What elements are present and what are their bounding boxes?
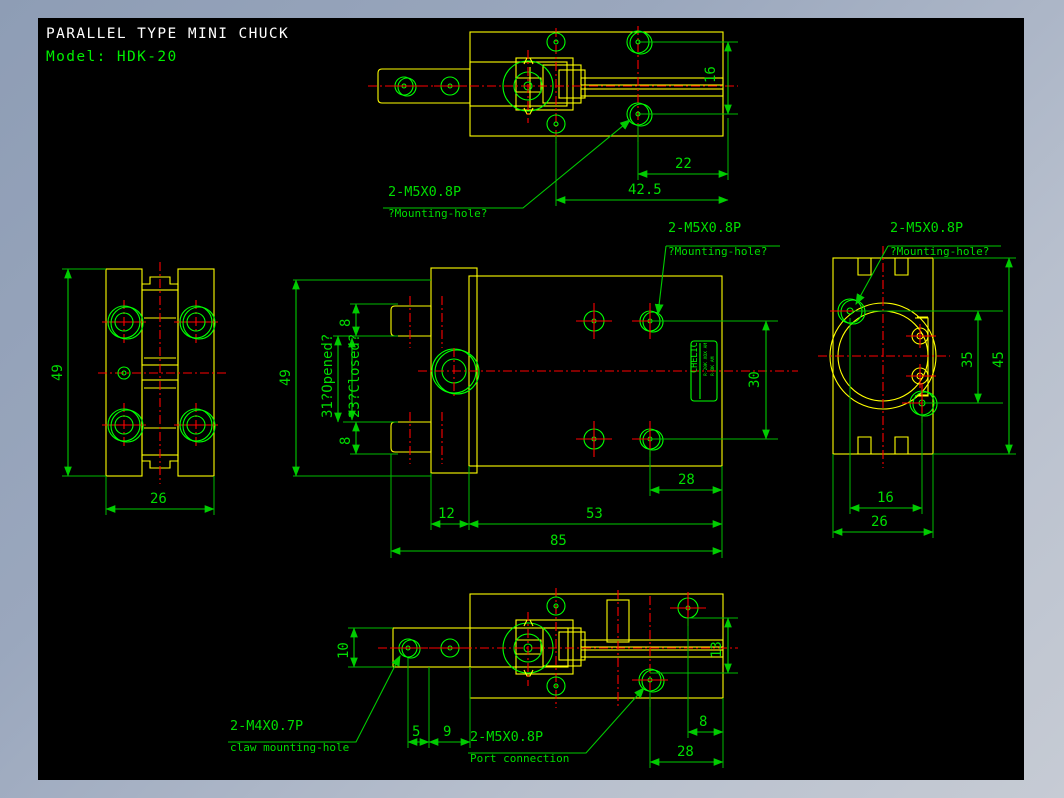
dimension-value: 13: [709, 641, 725, 658]
dimension-value: 28: [678, 472, 695, 488]
dimension-front-12: 12: [430, 506, 470, 528]
dimension-right-16: 16: [849, 490, 923, 512]
annotation-top-mounting-hole: 2-M5X0.8P ?Mounting-hole?: [383, 119, 631, 220]
dimension-value: 30: [747, 371, 763, 388]
annotation-line-2: ?Mounting-hole?: [668, 245, 767, 258]
annotation-line-1: 2-M5X0.8P: [388, 184, 461, 200]
dimension-value: 49: [278, 369, 294, 386]
brand-line-2: R-DK AM: [710, 356, 716, 376]
dimension-value: 23?Closed?: [347, 334, 363, 418]
annotation-line-2: claw mounting-hole: [230, 741, 349, 754]
annotation-front-mounting-hole: 2-M5X0.8P ?Mounting-hole?: [658, 220, 780, 314]
page-title: PARALLEL TYPE MINI CHUCK: [46, 26, 289, 42]
dimension-value: 45: [991, 351, 1007, 368]
dimension-value: 26: [150, 491, 167, 507]
dimension-front-85: 85: [390, 533, 723, 555]
front-view-holes: [583, 310, 664, 451]
dimension-value: 5: [412, 724, 420, 740]
annotation-line-1: 2-M5X0.8P: [470, 729, 543, 745]
dimension-front-53: 53: [468, 506, 723, 528]
annotation-line-2: ?Mounting-hole?: [890, 245, 989, 258]
dimension-value: 12: [438, 506, 455, 522]
dimension-bottom-9: 9: [428, 724, 471, 746]
dimension-bottom-28: 28: [649, 744, 724, 766]
dimension-front-opened: 31?Opened?: [320, 334, 342, 423]
dimension-bottom-8: 8: [687, 714, 724, 736]
brand-line-1: R-20K XOX AM: [703, 343, 709, 376]
dimension-value: 10: [336, 642, 352, 659]
dimension-value: 16: [877, 490, 894, 506]
dimension-value: 31?Opened?: [320, 334, 336, 418]
dimension-top-16: 16: [703, 41, 732, 115]
top-view[interactable]: 16 22 42.5 2-M5X0.8P ?Mounting-hole?: [368, 26, 738, 220]
drawing-canvas[interactable]: .yl{fill:none;stroke:#ffff00;stroke-widt…: [38, 18, 1024, 780]
dimension-bottom-5: 5: [407, 724, 430, 746]
left-side-view[interactable]: 49 26: [50, 262, 228, 515]
bottom-view[interactable]: 10 13 5 9 8 28 2-M4X0.7P claw mounting-h…: [228, 588, 738, 768]
dimension-bottom-10: 10: [336, 627, 358, 668]
dimension-value: 16: [703, 66, 719, 83]
front-main-view[interactable]: CHELIC R-20K XOX AM R-DK AM 49 8 8 31?Op…: [278, 220, 798, 558]
top-view-holes: [394, 30, 653, 134]
annotation-line-2: Port connection: [470, 752, 569, 765]
dimension-value: 35: [960, 351, 976, 368]
model-label: Model: HDK-20: [46, 49, 178, 65]
dimension-right-45: 45: [991, 257, 1013, 455]
dimension-value: 8: [699, 714, 707, 730]
drawing-svg[interactable]: .yl{fill:none;stroke:#ffff00;stroke-widt…: [38, 18, 1024, 780]
dimension-front-28: 28: [649, 472, 723, 494]
dimension-value: 49: [50, 364, 66, 381]
dimension-value: 28: [677, 744, 694, 760]
brand-name: CHELIC: [690, 342, 700, 373]
dimension-bottom-13: 13: [709, 617, 732, 674]
dimension-value: 22: [675, 156, 692, 172]
dimension-value: 53: [586, 506, 603, 522]
annotation-line-1: 2-M5X0.8P: [668, 220, 741, 236]
dimension-right-35: 35: [960, 310, 982, 404]
dimension-value: 8: [338, 319, 354, 327]
dimension-front-8-bottom: 8: [338, 421, 360, 455]
dimension-value: 26: [871, 514, 888, 530]
annotation-line-1: 2-M4X0.7P: [230, 718, 303, 734]
dimension-value: 8: [338, 437, 354, 445]
dimension-value: 9: [443, 724, 451, 740]
cad-drawing-window: .yl{fill:none;stroke:#ffff00;stroke-widt…: [0, 0, 1064, 798]
dimension-top-42p5: 42.5: [555, 182, 729, 204]
annotation-line-1: 2-M5X0.8P: [890, 220, 963, 236]
annotation-line-2: ?Mounting-hole?: [388, 207, 487, 220]
annotation-right-mounting-hole: 2-M5X0.8P ?Mounting-hole?: [856, 220, 1001, 304]
annotation-bottom-claw: 2-M4X0.7P claw mounting-hole: [228, 655, 401, 754]
dimension-front-closed: 23?Closed?: [347, 334, 363, 421]
right-side-view[interactable]: 35 45 16 26 2-M5X0.8P ?Mounting-hole?: [818, 220, 1016, 538]
dimension-value: 85: [550, 533, 567, 549]
dimension-front-49: 49: [278, 279, 300, 477]
dimension-top-22: 22: [637, 156, 729, 178]
dimension-left-49: 49: [50, 268, 72, 477]
dimension-value: 42.5: [628, 182, 662, 198]
dimension-front-8-top: 8: [338, 303, 360, 337]
dimension-front-30: 30: [747, 320, 770, 440]
dimension-left-26: 26: [105, 491, 215, 513]
brand-logo: CHELIC R-20K XOX AM R-DK AM: [690, 340, 718, 402]
dimension-right-26: 26: [832, 514, 934, 536]
